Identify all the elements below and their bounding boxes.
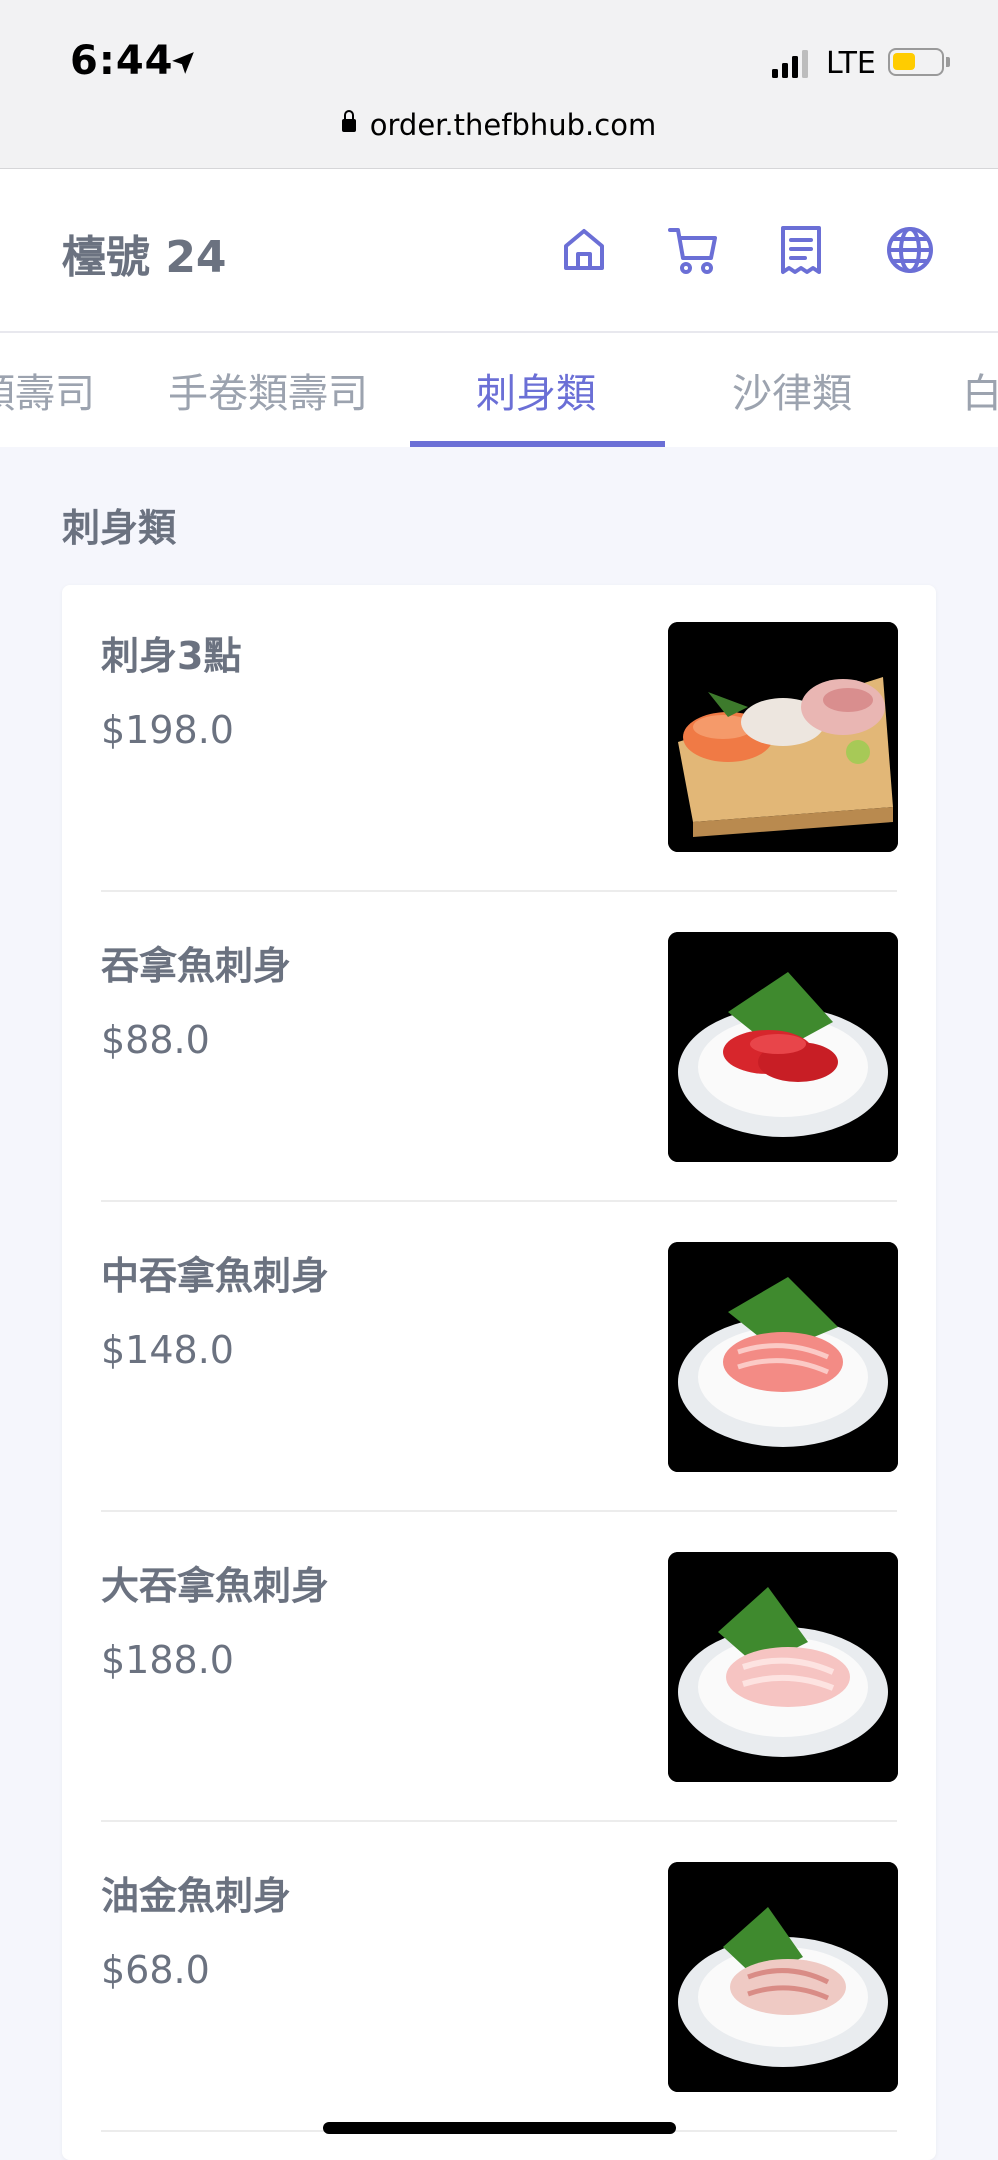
item-price: $188.0 [101,1638,234,1682]
receipt-icon[interactable] [775,224,827,276]
menu-item[interactable]: 中吞拿魚刺身 $148.0 [62,1205,936,1515]
item-name: 吞拿魚刺身 [101,944,292,988]
lock-icon [341,109,356,132]
location-arrow-icon [172,52,194,74]
item-price: $198.0 [101,708,234,752]
tab-sashimi[interactable]: 刺身類 [476,361,596,419]
item-price: $148.0 [101,1328,234,1372]
menu-item[interactable]: 油金魚刺身 $68.0 [62,1825,936,2135]
item-price: $88.0 [101,1018,210,1062]
section-title: 刺身類 [62,506,177,550]
battery-icon [888,48,944,76]
cart-icon[interactable] [667,224,719,276]
table-number: 檯號 24 [62,232,227,283]
item-name: 刺身3點 [101,634,242,678]
tab-partial[interactable]: 白 [962,361,998,419]
item-divider [101,1820,897,1822]
home-indicator[interactable] [323,2122,676,2134]
status-bar: 6:44 LTE order.thefbhub.com [0,0,998,169]
item-name: 中吞拿魚刺身 [101,1254,330,1298]
tab-salad[interactable]: 沙律類 [732,361,852,419]
item-price: $68.0 [101,1948,210,1992]
address-bar[interactable]: order.thefbhub.com [0,108,998,142]
status-time: 6:44 [70,38,174,84]
item-divider [101,890,897,892]
item-photo[interactable] [668,622,898,852]
cellular-signal-icon [772,50,808,78]
item-photo[interactable] [668,1552,898,1782]
item-photo[interactable] [668,1862,898,2092]
active-tab-indicator [410,441,665,447]
item-photo[interactable] [668,1242,898,1472]
tab-handroll-sushi[interactable]: 手卷類壽司 [168,361,368,419]
app-header: 檯號 24 [0,169,998,333]
item-divider [101,1510,897,1512]
menu-item[interactable]: 大吞拿魚刺身 $188.0 [62,1515,936,1825]
tab-sushi[interactable]: 類壽司 [0,361,95,419]
item-divider [101,1200,897,1202]
menu-item[interactable]: 吞拿魚刺身 $88.0 [62,895,936,1205]
category-tabs: 類壽司 手卷類壽司 刺身類 沙律類 白 [0,333,998,447]
battery-tip [946,57,950,67]
url-text: order.thefbhub.com [369,108,657,142]
network-type: LTE [826,46,876,81]
menu-item[interactable]: 刺身3點 $198.0 [62,585,936,895]
menu-list: 刺身3點 $198.0 吞拿魚刺身 $88.0 中吞拿魚刺身 $148.0 大吞… [62,585,936,2160]
item-name: 大吞拿魚刺身 [101,1564,330,1608]
item-name: 油金魚刺身 [101,1874,292,1918]
home-icon[interactable] [558,224,610,276]
globe-icon[interactable] [884,224,936,276]
item-photo[interactable] [668,932,898,1162]
